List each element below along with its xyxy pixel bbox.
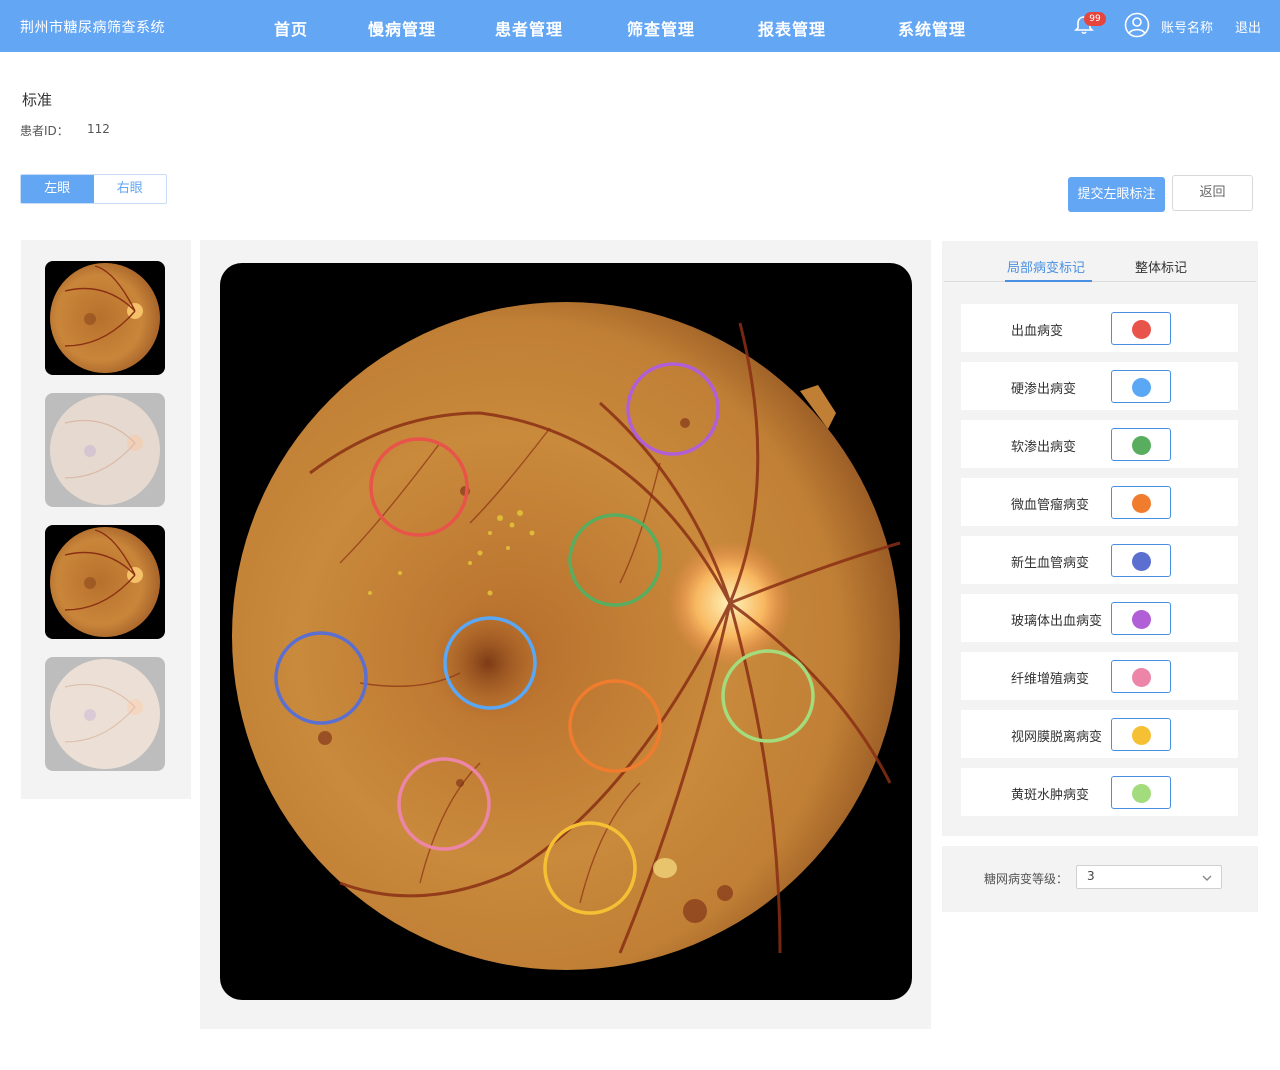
lesion-color-button[interactable] — [1111, 718, 1171, 751]
nav-patients[interactable]: 患者管理 — [495, 16, 563, 40]
fundus-thumbnail[interactable] — [45, 525, 165, 639]
page-title: 标准 — [22, 91, 53, 109]
active-tab-indicator — [1005, 280, 1092, 282]
fundus-thumbnail[interactable] — [45, 393, 165, 507]
tab-left-eye[interactable]: 左眼 — [21, 175, 94, 203]
nav-system[interactable]: 系统管理 — [898, 16, 966, 40]
user-avatar-icon[interactable] — [1124, 12, 1150, 38]
color-dot-icon — [1132, 668, 1151, 687]
lesion-color-button[interactable] — [1111, 776, 1171, 809]
lesion-label: 软渗出病变 — [1011, 440, 1077, 455]
top-navbar: 荆州市糖尿病筛查系统 首页 慢病管理 患者管理 筛查管理 报表管理 系统管理 9… — [0, 0, 1280, 52]
back-button[interactable]: 返回 — [1172, 175, 1253, 211]
tab-overall-marking[interactable]: 整体标记 — [1135, 257, 1187, 276]
color-dot-icon — [1132, 436, 1151, 455]
lesion-row: 软渗出病变 — [961, 420, 1238, 468]
patient-id-value: 112 — [87, 122, 110, 136]
lesion-row: 视网膜脱离病变 — [961, 710, 1238, 758]
grade-label: 糖网病变等级： — [984, 872, 1069, 886]
account-name[interactable]: 账号名称 — [1161, 17, 1213, 36]
color-dot-icon — [1132, 320, 1151, 339]
lesion-label: 玻璃体出血病变 — [1011, 614, 1103, 629]
grade-select[interactable]: 3 — [1076, 865, 1222, 889]
lesion-color-button[interactable] — [1111, 428, 1171, 461]
patient-id-label: 患者ID： — [20, 124, 69, 138]
lesion-color-button[interactable] — [1111, 544, 1171, 577]
color-dot-icon — [1132, 378, 1151, 397]
lesion-label: 纤维增殖病变 — [1011, 672, 1090, 687]
nav-chronic-disease[interactable]: 慢病管理 — [368, 16, 436, 40]
lesion-color-button[interactable] — [1111, 370, 1171, 403]
app-title: 荆州市糖尿病筛查系统 — [20, 20, 165, 36]
image-viewer-panel — [200, 240, 931, 1029]
color-dot-icon — [1132, 726, 1151, 745]
lesion-color-button[interactable] — [1111, 486, 1171, 519]
lesion-row: 新生血管病变 — [961, 536, 1238, 584]
nav-screening[interactable]: 筛查管理 — [627, 16, 695, 40]
lesion-label: 新生血管病变 — [1011, 556, 1090, 571]
nav-home[interactable]: 首页 — [274, 16, 308, 40]
lesion-annotation-panel: 局部病变标记 整体标记 出血病变硬渗出病变软渗出病变微血管瘤病变 新生血管病变 玻璃… — [942, 241, 1258, 836]
lesion-row: 纤维增殖病变 — [961, 652, 1238, 700]
tab-divider — [944, 281, 1256, 282]
lesion-label: 出血病变 — [1011, 324, 1064, 339]
lesion-color-button[interactable] — [1111, 660, 1171, 693]
thumbnail-panel — [21, 240, 191, 799]
lesion-label: 视网膜脱离病变 — [1011, 730, 1103, 745]
lesion-row: 硬渗出病变 — [961, 362, 1238, 410]
lesion-row: 黄斑水肿病变 — [961, 768, 1238, 816]
grade-panel: 糖网病变等级： 3 — [942, 846, 1258, 912]
grade-value: 3 — [1087, 869, 1095, 883]
notification-badge: 99 — [1084, 12, 1106, 26]
lesion-row: 玻璃体出血病变 — [961, 594, 1238, 642]
color-dot-icon — [1132, 552, 1151, 571]
fundus-thumbnail[interactable] — [45, 657, 165, 771]
tab-right-eye[interactable]: 右眼 — [93, 175, 166, 203]
color-dot-icon — [1132, 610, 1151, 629]
logout-link[interactable]: 退出 — [1235, 17, 1261, 36]
lesion-row: 出血病变 — [961, 304, 1238, 352]
lesion-color-button[interactable] — [1111, 312, 1171, 345]
submit-annotation-button[interactable]: 提交左眼标注 — [1068, 177, 1165, 212]
color-dot-icon — [1132, 494, 1151, 513]
lesion-row: 微血管瘤病变 — [961, 478, 1238, 526]
lesion-color-button[interactable] — [1111, 602, 1171, 635]
tab-local-lesion[interactable]: 局部病变标记 — [1007, 257, 1085, 276]
fundus-thumbnail[interactable] — [45, 261, 165, 375]
lesion-label: 黄斑水肿病变 — [1011, 788, 1090, 803]
eye-tab-group: 左眼 右眼 — [20, 174, 167, 204]
color-dot-icon — [1132, 784, 1151, 803]
lesion-label: 硬渗出病变 — [1011, 382, 1077, 397]
fundus-image[interactable] — [220, 263, 912, 1000]
chevron-down-icon — [1202, 875, 1212, 881]
lesion-label: 微血管瘤病变 — [1011, 498, 1090, 513]
nav-reports[interactable]: 报表管理 — [758, 16, 826, 40]
